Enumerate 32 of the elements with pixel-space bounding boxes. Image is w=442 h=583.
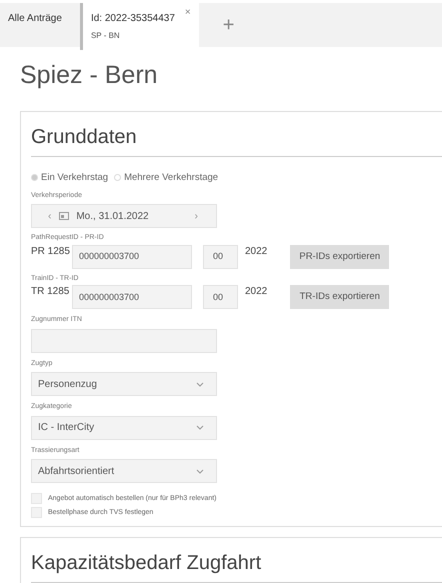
id-input[interactable]: 000000003700	[72, 244, 192, 269]
text-field[interactable]	[31, 328, 217, 353]
page-title: Spiez - Bern	[20, 60, 159, 91]
chevron-down-icon	[196, 468, 204, 474]
close-button[interactable]: ×	[184, 8, 191, 18]
tab-label: Id: 2022-35354437	[90, 12, 175, 26]
chevron-down-icon	[196, 382, 204, 387]
export-button[interactable]: TR-IDs exportieren	[290, 285, 390, 310]
date-value: Mo., 31.01.2022	[76, 210, 149, 224]
id-year: 2022	[245, 244, 268, 259]
chevron-down-icon	[196, 425, 204, 430]
tab-sublabel: SP - BN	[90, 30, 121, 42]
checkbox[interactable]	[31, 507, 42, 518]
id-prefix: PR 1285	[31, 244, 71, 259]
tab[interactable]: Alle Anträge	[0, 3, 70, 47]
section-title: Kapazitätsbedarf Zugfahrt	[31, 538, 442, 583]
id-prefix: TR 1285	[31, 285, 70, 300]
id-year: 2022	[245, 285, 268, 300]
export-button[interactable]: PR-IDs exportieren	[290, 244, 390, 269]
tab[interactable]: Id: 2022-35354437 SP - BN ×	[80, 3, 199, 50]
select-field[interactable]: IC - InterCity	[31, 416, 217, 440]
id-input[interactable]: 000000003700	[72, 285, 192, 310]
radio-option[interactable]: Mehrere Verkehrstage	[114, 170, 218, 185]
variant-input[interactable]: 00	[203, 244, 238, 269]
tab-label: Alle Anträge	[8, 12, 62, 26]
section-title: Grunddaten	[31, 112, 442, 156]
variant-input[interactable]: 00	[203, 285, 238, 310]
checkbox[interactable]	[31, 493, 42, 504]
calendar-icon	[59, 212, 70, 220]
radio-option[interactable]: Ein Verkehrstag	[31, 170, 108, 185]
select-field[interactable]: Personenzug	[31, 372, 217, 396]
select-field[interactable]: Abfahrtsorientiert	[31, 459, 217, 484]
